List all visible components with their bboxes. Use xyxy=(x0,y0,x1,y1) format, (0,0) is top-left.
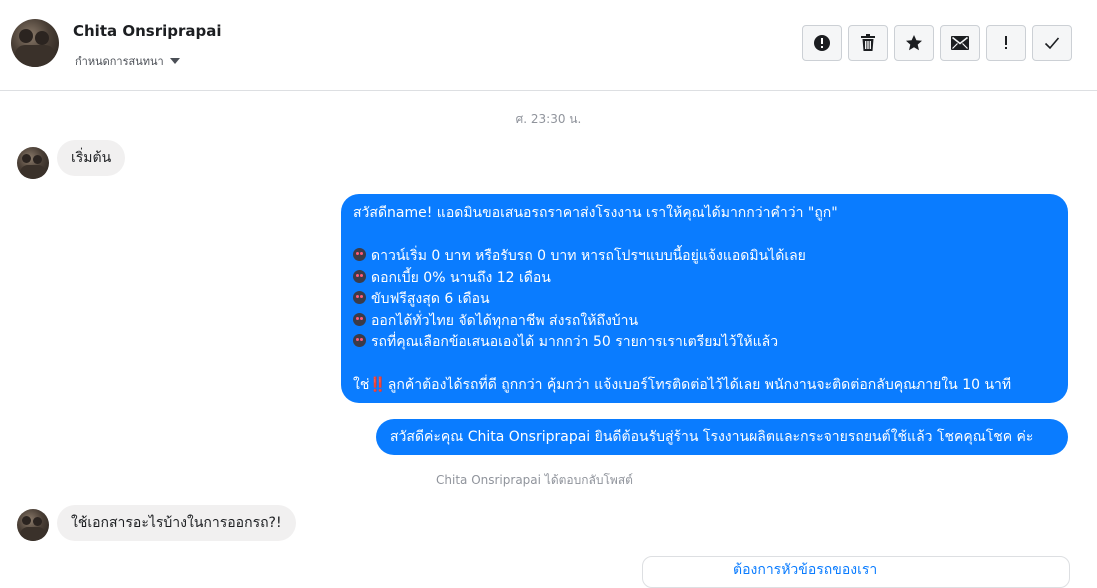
message-line-text: ดอกเบี้ย 0% นานถึง 12 เดือน xyxy=(371,269,551,286)
contact-name[interactable]: Chita Onsriprapai xyxy=(73,22,222,40)
contact-avatar[interactable] xyxy=(11,19,59,67)
mark-done-button[interactable] xyxy=(1032,25,1072,61)
message-line-text: รถที่คุณเลือกข้อเสนอเองได้ มากกว่า 50 รา… xyxy=(371,334,779,350)
message-line-text: ดาวน์เริ่ม 0 บาท หรือรับรถ 0 บาท หารถโปร… xyxy=(371,248,806,264)
message-line: ดาวน์เริ่ม 0 บาท หรือรับรถ 0 บาท หารถโปร… xyxy=(353,246,1056,268)
car-face-emoji-icon xyxy=(353,312,366,326)
message-bubble-outgoing: สวัสดีค่ะคุณ Chita Onsriprapai ยินดีต้อน… xyxy=(376,419,1068,455)
message-line: ใช่‼️ ลูกค้าต้องได้รถที่ดี ถูกกว่า คุ้มกว… xyxy=(353,375,1056,397)
message-line-blank xyxy=(353,354,1056,376)
trash-icon xyxy=(861,34,875,51)
caret-down-icon xyxy=(169,58,180,64)
message-bubble-incoming: ใช้เอกสารอะไรบ้างในการออกรถ?! xyxy=(57,505,296,541)
delete-button[interactable] xyxy=(848,25,888,61)
message-line-text: ลูกค้าต้องได้รถที่ดี ถูกกว่า คุ้มกว่า แจ… xyxy=(387,377,1012,393)
conversation-settings-dropdown[interactable]: กำหนดการสนทนา xyxy=(75,52,180,70)
message-bubble-incoming: เริ่มต้น xyxy=(57,140,126,176)
exclamation-icon xyxy=(1005,36,1007,49)
car-face-emoji-icon xyxy=(353,334,366,347)
message-card-text[interactable]: ต้องการหัวข้อรถของเรา xyxy=(733,559,877,581)
message-bubble-outgoing: สวัสดีname! แอดมินขอเสนอรถราคาส่งโรงงาน … xyxy=(341,194,1068,403)
report-button[interactable] xyxy=(802,25,842,61)
conversation-header: Chita Onsriprapai กำหนดการสนทนา xyxy=(0,0,1097,91)
checkmark-icon xyxy=(1044,37,1060,50)
mark-unread-button[interactable] xyxy=(940,25,980,61)
message-line: รถที่คุณเลือกข้อเสนอเองได้ มากกว่า 50 รา… xyxy=(353,332,1056,354)
envelope-icon xyxy=(951,36,969,50)
message-line-text: ขับฟรีสูงสุด 6 เดือน xyxy=(371,291,490,307)
message-card-outgoing[interactable]: ต้องการหัวข้อรถของเรา xyxy=(642,556,1070,588)
star-button[interactable] xyxy=(894,25,934,61)
post-reply-note[interactable]: Chita Onsriprapai ได้ตอบกลับโพสต์ xyxy=(436,471,633,490)
message-line: ดอกเบี้ย 0% นานถึง 12 เดือน xyxy=(353,268,1056,290)
follow-up-button[interactable] xyxy=(986,25,1026,61)
message-line-text: ใช่ xyxy=(353,377,370,393)
car-face-emoji-icon xyxy=(353,248,366,261)
message-line: ขับฟรีสูงสุด 6 เดือน xyxy=(353,289,1056,311)
car-face-emoji-icon xyxy=(353,269,366,283)
star-icon xyxy=(906,35,922,51)
thread-toolbar xyxy=(802,25,1072,61)
thread-timestamp: ศ. 23:30 น. xyxy=(515,112,582,126)
customer-avatar[interactable] xyxy=(17,509,49,541)
message-line: ออกได้ทั่วไทย จัดได้ทุกอาชีพ ส่งรถให้ถึง… xyxy=(353,311,1056,333)
conversation-settings-label: กำหนดการสนทนา xyxy=(75,55,164,68)
report-icon xyxy=(814,35,830,51)
customer-avatar[interactable] xyxy=(17,147,49,179)
message-line-text: ออกได้ทั่วไทย จัดได้ทุกอาชีพ ส่งรถให้ถึง… xyxy=(371,312,639,329)
message-line: สวัสดีname! แอดมินขอเสนอรถราคาส่งโรงงาน … xyxy=(353,205,838,221)
message-line-blank xyxy=(353,225,1056,247)
car-face-emoji-icon xyxy=(353,291,366,304)
double-exclamation-emoji-icon: ‼️ xyxy=(369,377,386,393)
